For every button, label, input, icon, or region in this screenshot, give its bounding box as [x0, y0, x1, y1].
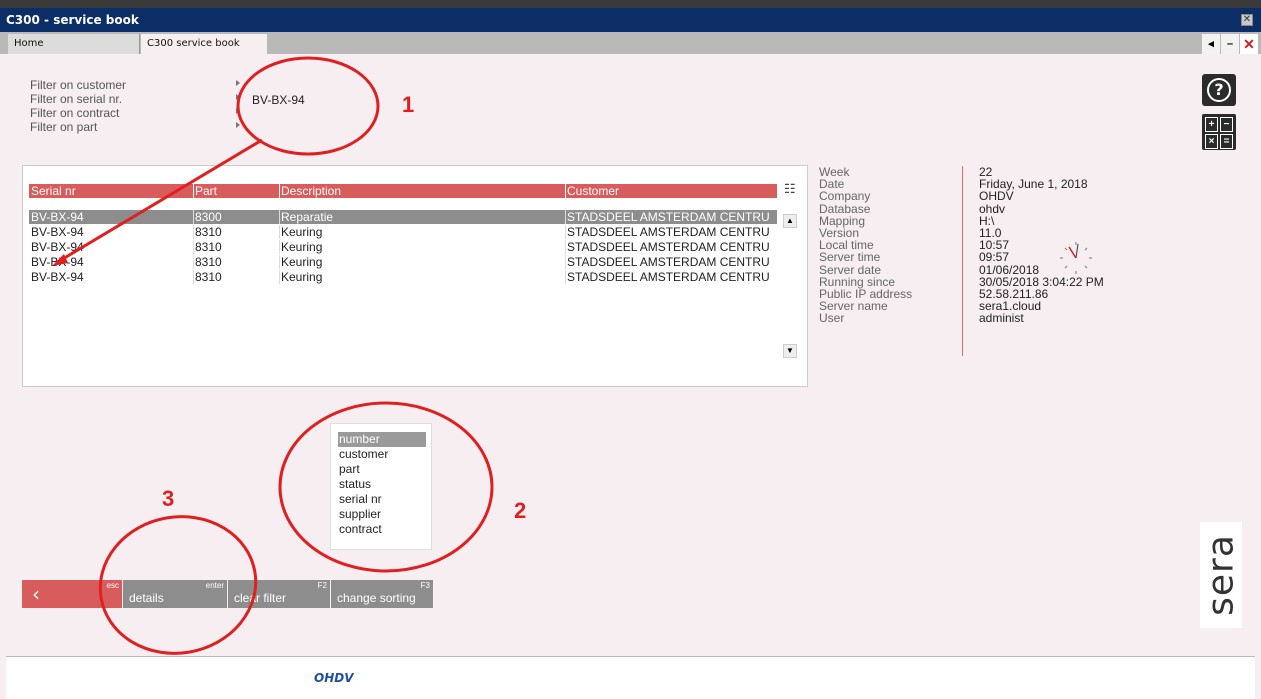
- cell-serial: BV-BX-94: [31, 270, 84, 284]
- cell-customer: STADSDEEL AMSTERDAM CENTRU: [567, 210, 770, 224]
- cell-customer: STADSDEEL AMSTERDAM CENTRU: [567, 255, 770, 269]
- info-row: User administ: [819, 311, 1024, 326]
- table-row[interactable]: BV-BX-94 8310 Keuring STADSDEEL AMSTERDAM C…: [29, 255, 777, 269]
- column-chooser-icon[interactable]: ☷: [784, 181, 796, 197]
- col-description-header[interactable]: Description: [281, 184, 341, 198]
- filter-customer-label[interactable]: Filter on customer: [30, 78, 126, 92]
- close-tab-icon[interactable]: ✕: [1240, 34, 1258, 54]
- table-row[interactable]: BV-BX-94 8310 Keuring STADSDEEL AMSTERDAM C…: [29, 225, 777, 239]
- table-row[interactable]: BV-BX-94 8310 Keuring STADSDEEL AMSTERDAM C…: [29, 240, 777, 254]
- sort-options-list: number customer part status serial nr supplie…: [330, 423, 432, 550]
- cell-customer: STADSDEEL AMSTERDAM CENTRU: [567, 225, 770, 239]
- table-row[interactable]: BV-BX-94 8300 Reparatie STADSDEEL AMSTERDAM…: [29, 210, 777, 224]
- tab-prev-icon[interactable]: ◂: [1202, 34, 1220, 54]
- col-part-header[interactable]: Part: [195, 184, 217, 198]
- table-row[interactable]: BV-BX-94 8310 Keuring STADSDEEL AMSTERDAM C…: [29, 270, 777, 284]
- annotation-3: 3: [162, 486, 174, 511]
- info-label: User: [819, 311, 845, 326]
- calculator-icon[interactable]: + − × =: [1202, 114, 1236, 150]
- cell-description: Keuring: [281, 255, 323, 269]
- footer-logo: OHDV: [314, 671, 354, 685]
- scroll-up-icon[interactable]: ▲: [783, 214, 797, 228]
- col-serial-header[interactable]: Serial nr: [31, 184, 76, 198]
- scroll-down-icon[interactable]: ▼: [783, 344, 797, 358]
- filter-arrow-icon: [236, 80, 240, 86]
- info-value: 09:57: [979, 250, 1010, 265]
- window-title: C300 - service book: [6, 13, 139, 27]
- info-value: 01/06/2018: [979, 262, 1040, 277]
- sort-option[interactable]: serial nr: [338, 492, 426, 507]
- change-sorting-button[interactable]: change sorting F3: [331, 580, 433, 608]
- filter-arrow-icon: [236, 94, 240, 100]
- back-chevron-icon: ‹: [32, 582, 40, 606]
- annotation-1: 1: [402, 92, 414, 117]
- filter-arrow-icon: [236, 108, 240, 114]
- grid-header: Serial nr Part Description Customer: [29, 184, 777, 198]
- sort-option[interactable]: customer: [338, 447, 426, 462]
- filter-part-label[interactable]: Filter on part: [30, 120, 126, 134]
- sort-option[interactable]: part: [338, 462, 426, 477]
- brand-logo: sera: [1200, 534, 1242, 616]
- filter-serial-value[interactable]: BV-BX-94: [252, 93, 305, 107]
- tab-service-book[interactable]: C300 service book: [141, 34, 267, 54]
- tab-bar: Home C300 service book ◂ – ✕: [0, 32, 1261, 54]
- col-customer-header[interactable]: Customer: [567, 184, 619, 198]
- info-panel: Week 22 Date Friday, June 1, 2018 Company OHD…: [819, 166, 1104, 326]
- window-titlebar: C300 - service book ✕: [0, 8, 1261, 32]
- back-button[interactable]: ‹ esc: [22, 580, 122, 608]
- info-value: ohdv: [979, 201, 1006, 216]
- cell-serial: BV-BX-94: [31, 255, 84, 269]
- brand-panel: sera: [1200, 522, 1242, 628]
- info-value: OHDV: [979, 189, 1014, 204]
- footer: OHDV: [6, 656, 1255, 699]
- cell-serial: BV-BX-94: [31, 210, 84, 224]
- cell-description: Keuring: [281, 225, 323, 239]
- cell-part: 8310: [195, 255, 222, 269]
- tab-home[interactable]: Home: [8, 34, 140, 54]
- filter-panel: Filter on customer Filter on serial nr. …: [30, 78, 126, 134]
- cell-serial: BV-BX-94: [31, 225, 84, 239]
- cell-description: Keuring: [281, 270, 323, 284]
- help-icon[interactable]: ?: [1202, 74, 1236, 106]
- details-button[interactable]: details enter: [123, 580, 227, 608]
- clock-icon: [1060, 242, 1092, 274]
- cell-part: 8300: [195, 210, 222, 224]
- cell-customer: STADSDEEL AMSTERDAM CENTRU: [567, 270, 770, 284]
- sort-option[interactable]: status: [338, 477, 426, 492]
- filter-arrow-icon: [236, 122, 240, 128]
- sort-option[interactable]: number: [338, 432, 426, 447]
- sort-option[interactable]: supplier: [338, 507, 426, 522]
- service-grid: Serial nr Part Description Customer ☷ BV…: [22, 165, 808, 387]
- cell-serial: BV-BX-94: [31, 240, 84, 254]
- minimize-icon[interactable]: –: [1221, 34, 1239, 54]
- cell-description: Keuring: [281, 240, 323, 254]
- sort-option[interactable]: contract: [338, 522, 426, 537]
- filter-contract-label[interactable]: Filter on contract: [30, 106, 126, 120]
- info-divider: [962, 166, 963, 356]
- top-strip: [0, 0, 1261, 8]
- cell-part: 8310: [195, 270, 222, 284]
- info-value: administ: [979, 311, 1024, 326]
- cell-part: 8310: [195, 240, 222, 254]
- clear-filter-button[interactable]: clear filter F2: [228, 580, 330, 608]
- window-close-icon[interactable]: ✕: [1241, 14, 1253, 26]
- annotation-2: 2: [514, 498, 526, 523]
- cell-customer: STADSDEEL AMSTERDAM CENTRU: [567, 240, 770, 254]
- cell-part: 8310: [195, 225, 222, 239]
- cell-description: Reparatie: [281, 210, 334, 224]
- filter-serial-label[interactable]: Filter on serial nr.: [30, 92, 126, 106]
